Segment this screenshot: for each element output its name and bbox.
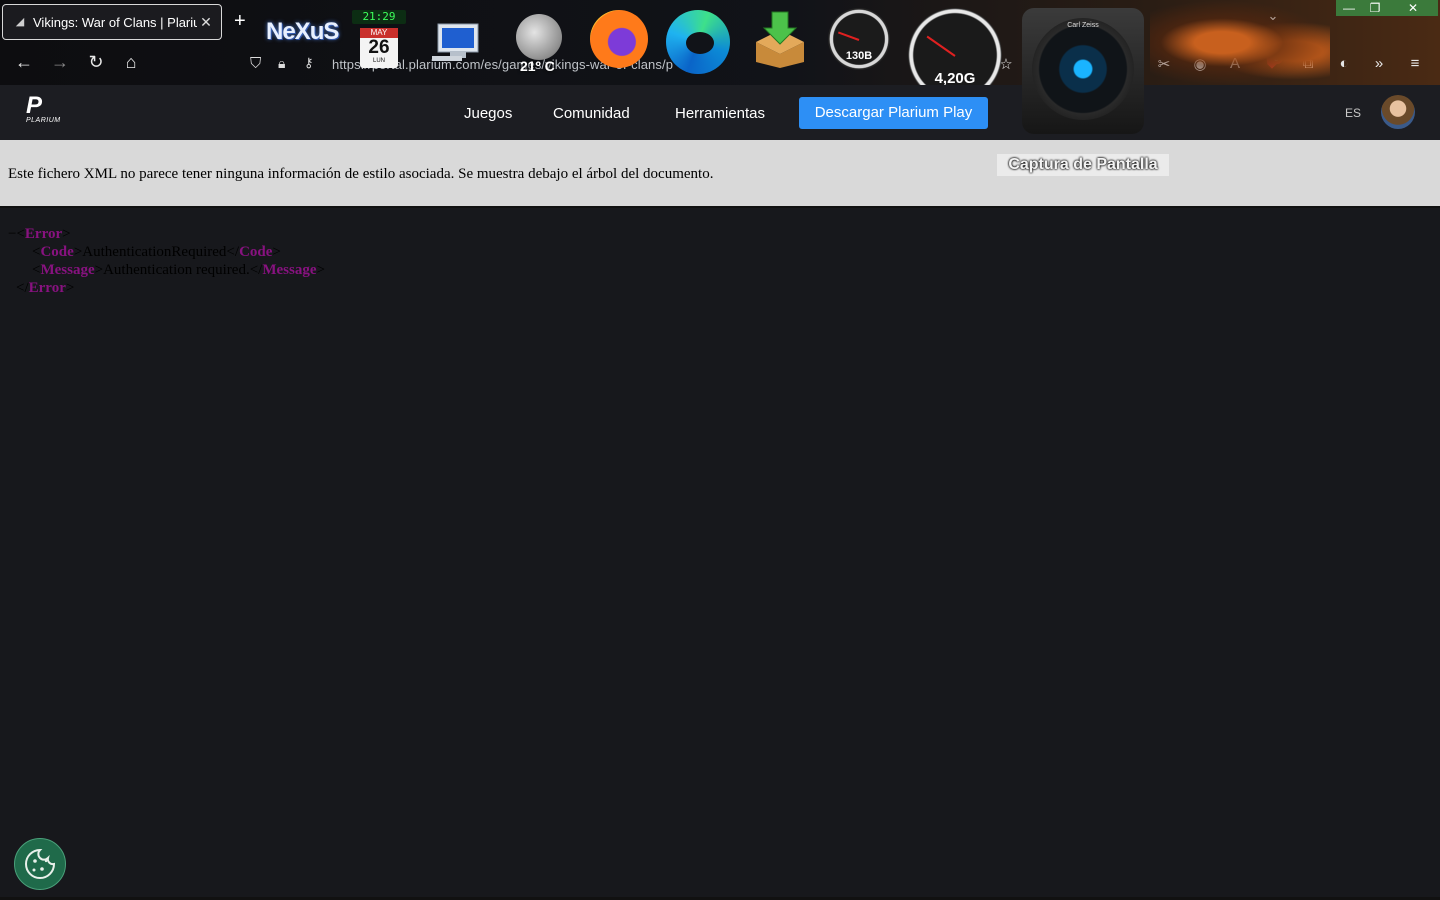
avatar[interactable]: [1381, 95, 1415, 129]
tab-title: Vikings: War of Clans | Plarium...: [33, 14, 197, 30]
xml-tag-name: Message: [262, 262, 317, 278]
calendar-gadget[interactable]: MAY 26 LUN: [360, 28, 398, 68]
xml-tag-name: Error: [28, 280, 66, 296]
clock-gadget: 21:29: [352, 10, 406, 24]
download-box-icon[interactable]: [752, 10, 808, 68]
xml-notice-text: Este fichero XML no parece tener ninguna…: [8, 166, 714, 182]
account-icon[interactable]: ◐: [1333, 55, 1355, 72]
shield-icon[interactable]: ⛉: [250, 55, 261, 72]
nexus-dock-icon[interactable]: NeXuS: [266, 18, 339, 46]
gauge1-needle: [837, 31, 860, 41]
xml-root-open[interactable]: −<Error>: [8, 226, 71, 243]
reload-icon[interactable]: ↻: [84, 52, 108, 73]
home-icon[interactable]: ⌂: [119, 52, 143, 73]
nav-herramientas[interactable]: Herramientas: [675, 105, 765, 122]
close-window-button[interactable]: ✕: [1388, 0, 1438, 16]
calendar-weekday: LUN: [372, 58, 385, 64]
network-gauge: 130B: [828, 8, 890, 70]
maximize-button[interactable]: ❐: [1362, 0, 1388, 16]
camera-brand: Carl Zeiss: [1067, 22, 1099, 29]
xml-tag-name: Message: [40, 262, 95, 278]
gauge2-value: 4,20G: [934, 70, 976, 85]
menu-icon[interactable]: ≡: [1404, 55, 1426, 72]
overflow-chevron-icon[interactable]: »: [1368, 55, 1390, 72]
cookie-icon: [25, 848, 56, 879]
moon-weather-icon[interactable]: [516, 14, 562, 60]
xml-message-line: <Message>Authentication required.</Messa…: [32, 262, 325, 278]
camera-lens-icon: [1032, 18, 1134, 120]
screen-capture-label[interactable]: Captura de Pantalla: [997, 154, 1169, 176]
forward-icon[interactable]: →: [48, 52, 72, 73]
firefox-icon[interactable]: [590, 10, 648, 68]
language-selector[interactable]: ES: [1345, 106, 1361, 120]
xml-code-line: <Code>AuthenticationRequired</Code>: [32, 244, 281, 260]
xml-tag-name: Error: [24, 226, 63, 242]
plarium-logo[interactable]: P PLARIUM: [26, 92, 72, 131]
fox-wallpaper: [1150, 0, 1330, 85]
minimize-button[interactable]: —: [1336, 0, 1362, 16]
permissions-icon[interactable]: ⚷: [304, 55, 314, 71]
cookie-settings-button[interactable]: [14, 838, 66, 890]
nav-juegos[interactable]: Juegos: [464, 105, 512, 122]
calendar-day: 26: [368, 37, 390, 58]
xml-tag-name: Code: [40, 244, 74, 260]
close-tab-icon[interactable]: ✕: [197, 14, 215, 31]
xml-tag-name: Code: [239, 244, 273, 260]
new-tab-button[interactable]: +: [234, 10, 246, 33]
camera-gadget[interactable]: Carl Zeiss: [1022, 8, 1144, 134]
browser-tab[interactable]: ◢ Vikings: War of Clans | Plarium... ✕: [2, 4, 222, 40]
nav-comunidad[interactable]: Comunidad: [553, 105, 630, 122]
plarium-logo-text: PLARIUM: [26, 117, 61, 124]
memory-gauge: 4,20G: [908, 8, 1002, 85]
gauge1-value: 130B: [845, 50, 873, 62]
back-icon[interactable]: ←: [12, 52, 36, 73]
xml-message-value: Authentication required.: [103, 262, 250, 278]
xml-root-close: </Error>: [16, 280, 75, 296]
plarium-favicon-icon: ◢: [15, 16, 25, 28]
temperature-readout: 21º C: [520, 58, 555, 74]
edge-icon[interactable]: [666, 10, 730, 74]
lock-icon[interactable]: 🔒︎: [278, 55, 285, 72]
download-plarium-play-button[interactable]: Descargar Plarium Play: [799, 97, 988, 129]
computer-icon[interactable]: [430, 22, 484, 62]
xml-notice-banner: Este fichero XML no parece tener ninguna…: [0, 140, 1440, 208]
xml-code-value: AuthenticationRequired: [82, 244, 227, 260]
plarium-logo-icon: P: [26, 92, 43, 119]
browser-toolbar: ◢ Vikings: War of Clans | Plarium... ✕ +…: [0, 0, 1440, 85]
site-header: P PLARIUM Juegos Comunidad Herramientas …: [0, 85, 1440, 140]
gauge2-needle: [926, 35, 956, 57]
